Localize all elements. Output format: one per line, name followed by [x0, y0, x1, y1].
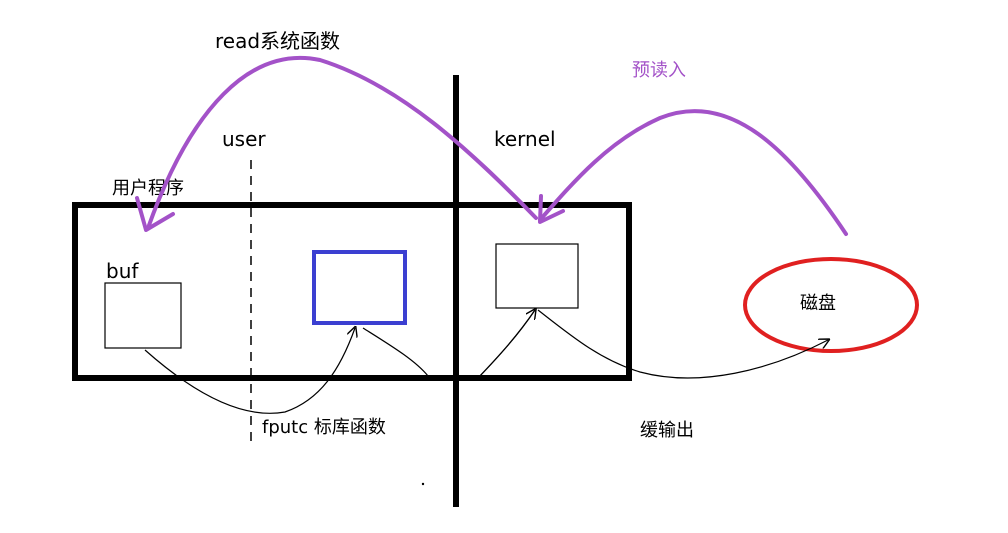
kernel-space-label: kernel — [494, 127, 556, 151]
buffered-output-label: 缓输出 — [640, 420, 694, 441]
library-buffer-box — [312, 250, 407, 325]
fputc-arrow — [144, 328, 355, 414]
user-program-label: 用户程序 — [112, 178, 184, 199]
stray-dot — [421, 482, 425, 486]
buf-box — [104, 282, 182, 349]
fputc-label: fputc 标库函数 — [262, 417, 386, 438]
library-to-kernel-arrowhead — [477, 310, 535, 379]
preread-arrow — [538, 109, 848, 236]
preread-label: 预读入 — [632, 60, 686, 81]
disk-label: 磁盘 — [800, 293, 836, 314]
io-buffer-diagram: read系统函数 预读入 user kernel 用户程序 buf 磁盘 fpu… — [72, 29, 919, 507]
user-space-label: user — [222, 127, 266, 151]
kernel-buffer-box — [495, 243, 579, 309]
read-syscall-label: read系统函数 — [215, 29, 340, 53]
program-outline — [72, 202, 632, 381]
buf-label: buf — [106, 259, 139, 283]
